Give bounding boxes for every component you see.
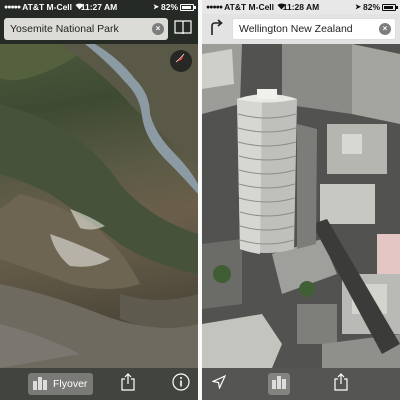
directions-button[interactable] (206, 18, 228, 40)
location-arrow-icon (211, 374, 227, 394)
compass-button[interactable] (170, 50, 192, 72)
yosemite-map-screen: ●●●●● AT&T M-Cell 11:27 AM ➤ 82% Yosemit… (0, 0, 198, 400)
flyover-label: Flyover (53, 378, 88, 390)
buildings-3d-icon (271, 375, 287, 394)
battery-icon (382, 3, 398, 11)
carrier-name: AT&T M-Cell (224, 2, 275, 12)
wellington-map-screen: ●●●●● AT&T M-Cell 11:28 AM ➤ 82% Welling… (202, 0, 400, 400)
book-icon (174, 19, 192, 40)
battery-percent: 82% (362, 2, 380, 12)
location-arrow-icon: ➤ (153, 4, 159, 11)
wifi-icon (75, 2, 84, 12)
buildings-3d-icon (32, 376, 48, 393)
info-icon (172, 372, 190, 396)
status-bar: ●●●●● AT&T M-Cell 11:28 AM ➤ 82% (202, 0, 400, 14)
compass-icon (173, 51, 189, 72)
signal-bars-icon: ●●●●● (4, 3, 21, 11)
flyover-button[interactable]: Flyover (28, 373, 94, 395)
share-icon (121, 372, 136, 396)
flyover-button[interactable] (268, 373, 290, 395)
search-field[interactable]: Wellington New Zealand × (232, 18, 396, 40)
clear-search-button[interactable]: × (152, 23, 164, 35)
search-query[interactable]: Wellington New Zealand (239, 23, 379, 35)
clear-search-button[interactable]: × (379, 23, 391, 35)
battery-icon (180, 3, 196, 11)
bottom-toolbar (202, 368, 400, 400)
current-location-button[interactable] (208, 373, 230, 395)
directions-turn-icon (209, 18, 225, 41)
bottom-toolbar: Flyover (0, 368, 198, 400)
city-flyover-map[interactable] (202, 44, 400, 368)
signal-bars-icon: ●●●●● (206, 3, 223, 11)
wifi-icon (277, 2, 286, 12)
bookmarks-button[interactable] (172, 18, 194, 40)
battery-percent: 82% (160, 2, 178, 12)
carrier-name: AT&T M-Cell (22, 2, 73, 12)
search-query[interactable]: Yosemite National Park (10, 23, 152, 35)
share-button[interactable] (330, 372, 352, 396)
status-bar: ●●●●● AT&T M-Cell 11:27 AM ➤ 82% (0, 0, 198, 14)
info-button[interactable] (170, 372, 192, 396)
search-field[interactable]: Yosemite National Park × (4, 18, 168, 40)
share-icon (334, 372, 348, 396)
search-header: Wellington New Zealand × (202, 14, 400, 44)
terrain-flyover-map[interactable] (0, 44, 198, 368)
location-arrow-icon: ➤ (355, 4, 361, 11)
share-button[interactable] (117, 372, 139, 396)
search-header: Yosemite National Park × (0, 14, 198, 44)
